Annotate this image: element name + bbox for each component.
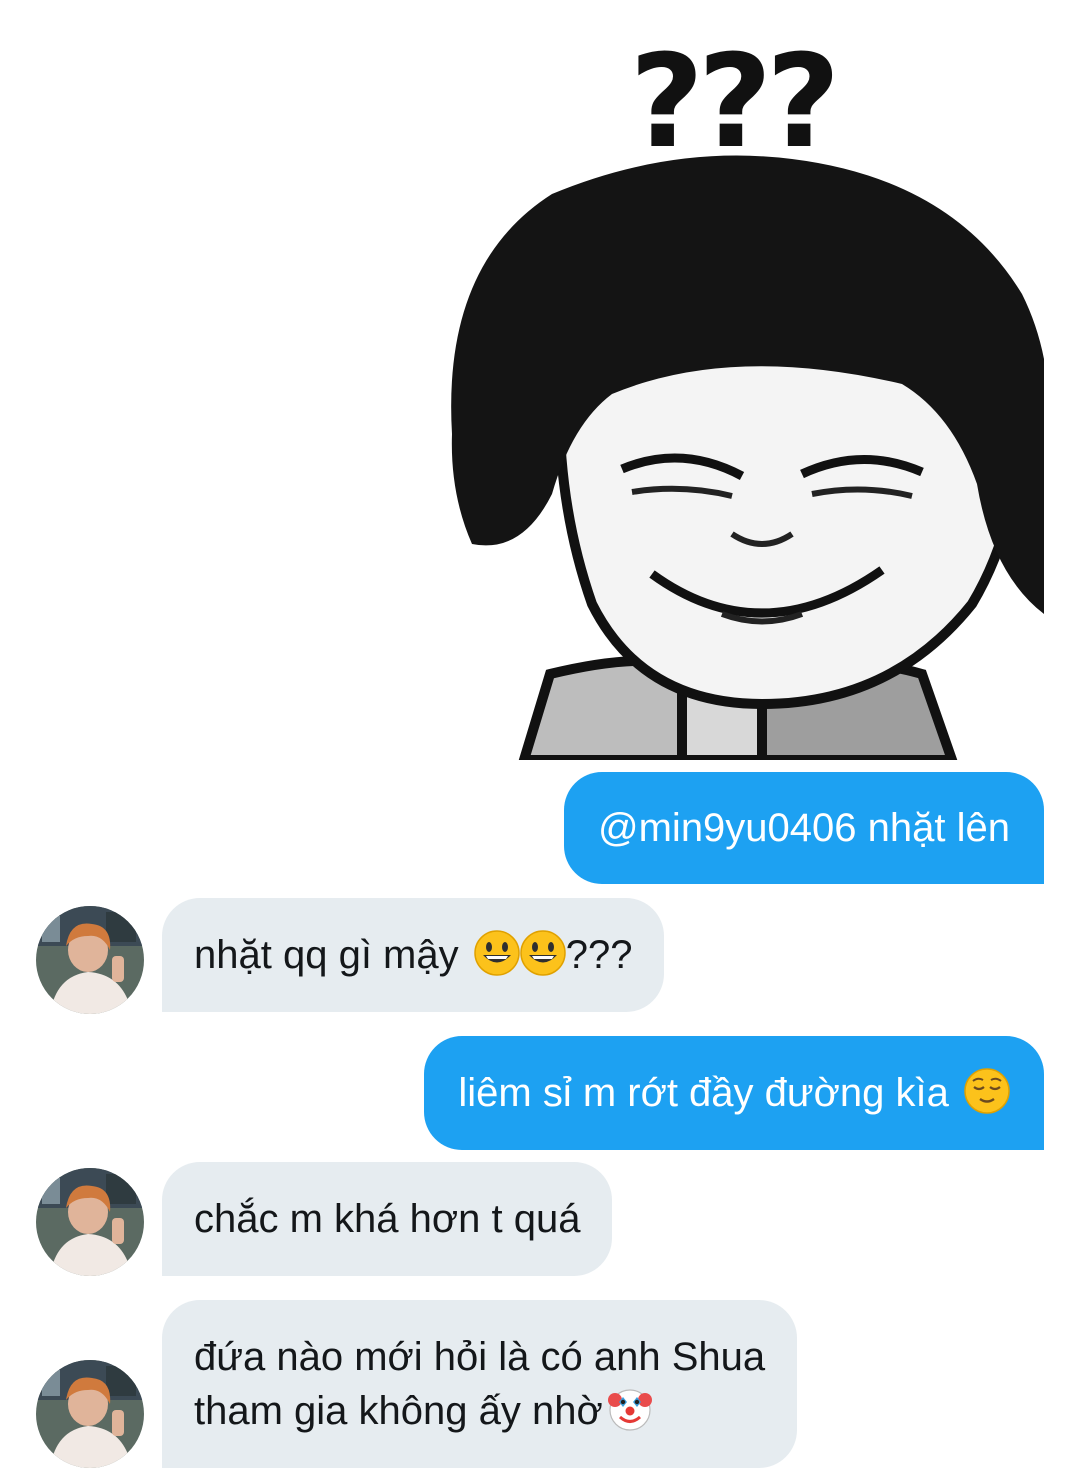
meme-sticker-image[interactable]: ??? [432,14,1044,760]
message-outgoing[interactable]: @min9yu0406 nhặt lên [564,772,1044,884]
message-text-line: đứa nào mới hỏi là có anh Shua [194,1335,766,1379]
message-incoming[interactable]: đứa nào mới hỏi là có anh Shua tham gia … [162,1300,798,1468]
message-incoming[interactable]: chắc m khá hơn t quá [162,1162,613,1276]
message-text-line: tham gia không ấy nhờ [194,1389,603,1433]
avatar[interactable] [36,1360,144,1468]
message-suffix: ??? [565,933,633,977]
grinning-face-icon [519,930,566,976]
message-text: @min9yu0406 nhặt lên [598,806,1010,850]
message-text: nhặt qq gì mậy [194,933,459,977]
avatar[interactable] [36,1168,144,1276]
message-incoming[interactable]: nhặt qq gì mậy ??? [162,898,665,1012]
message-outgoing[interactable]: liêm sỉ m rớt đầy đường kìa [424,1036,1044,1150]
message-text: liêm sỉ m rớt đầy đường kìa [458,1071,949,1115]
avatar[interactable] [36,906,144,1014]
grinning-face-icon [473,930,520,976]
clown-face-icon [607,1386,653,1432]
relieved-face-icon [964,1068,1010,1114]
message-text: chắc m khá hơn t quá [194,1197,581,1241]
sticker-caption: ??? [630,28,835,177]
